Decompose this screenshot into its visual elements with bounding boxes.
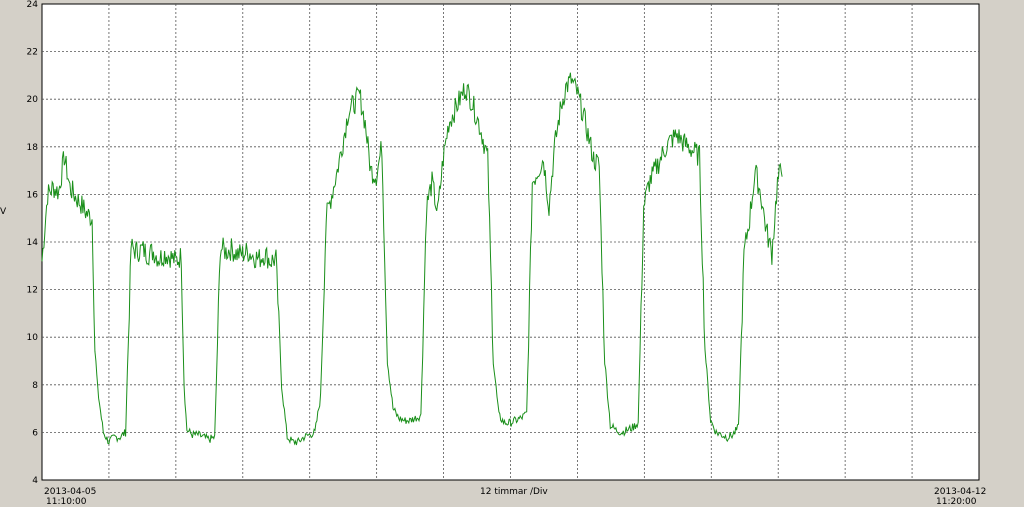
y-tick-label: 20 bbox=[27, 95, 39, 105]
y-tick-label: 18 bbox=[27, 143, 39, 153]
y-tick-labels: 4 6 8 10 12 14 16 18 20 22 24 bbox=[27, 0, 39, 486]
y-tick-label: 8 bbox=[32, 381, 38, 391]
y-tick-label: 4 bbox=[32, 476, 38, 486]
y-tick-label: 16 bbox=[27, 190, 39, 200]
y-tick-label: 10 bbox=[27, 333, 39, 343]
y-tick-label: 22 bbox=[27, 48, 38, 58]
x-start-time: 11:10:00 bbox=[46, 497, 87, 507]
y-axis-label: V bbox=[0, 207, 7, 217]
y-tick-label: 14 bbox=[27, 238, 39, 248]
y-tick-label: 24 bbox=[27, 0, 39, 10]
x-div-label: 12 timmar /Div bbox=[480, 487, 548, 497]
y-tick-label: 12 bbox=[27, 286, 38, 296]
line-chart: 4 6 8 10 12 14 16 18 20 22 24 bbox=[27, 0, 980, 486]
x-start-date: 2013-04-05 bbox=[44, 487, 97, 497]
y-tick-label: 6 bbox=[32, 428, 38, 438]
x-end-date: 2013-04-12 bbox=[934, 487, 987, 497]
x-end-time: 11:20:00 bbox=[936, 497, 977, 507]
